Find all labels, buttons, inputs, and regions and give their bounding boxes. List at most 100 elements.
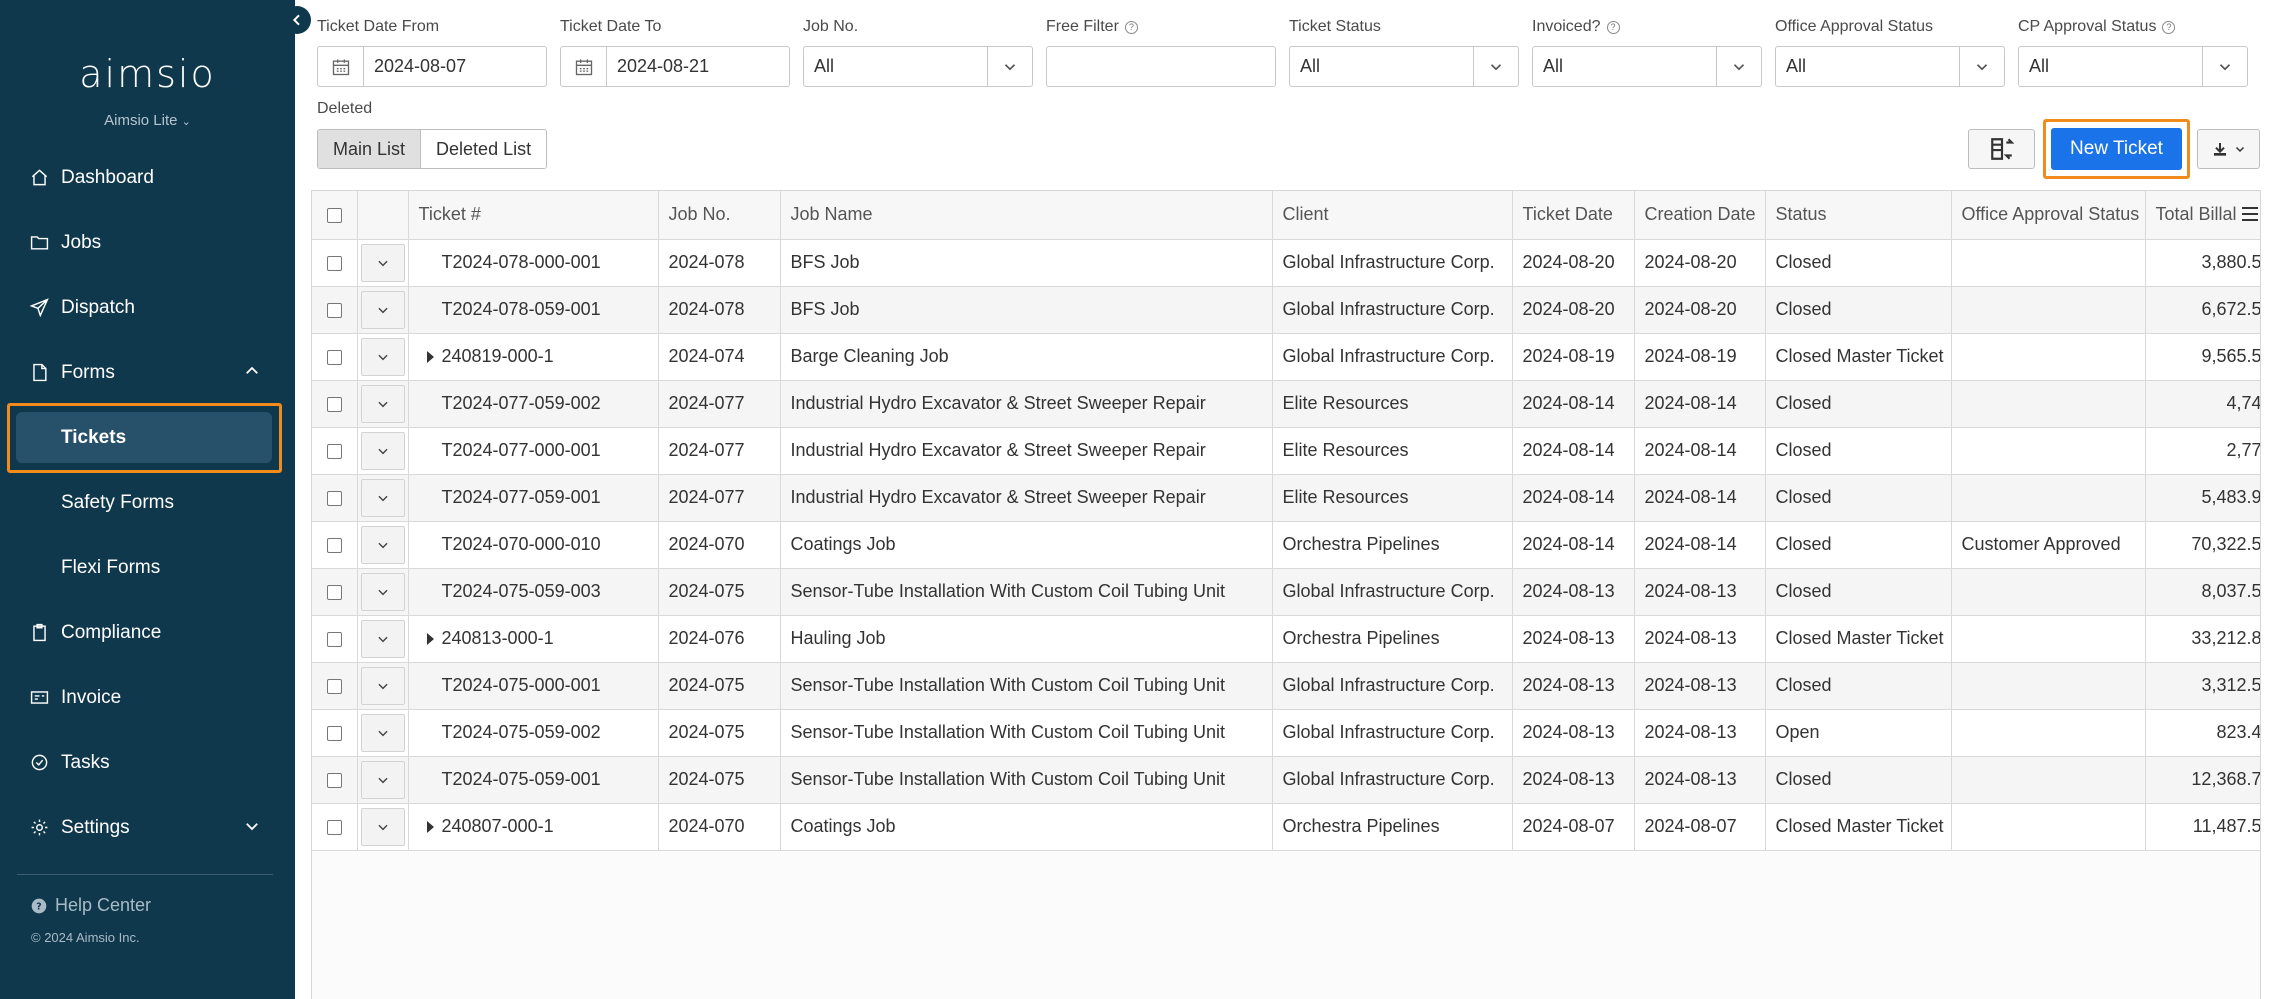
row-action-button[interactable] <box>360 384 405 423</box>
chevron-down-icon[interactable] <box>1716 47 1761 86</box>
header-office-approval[interactable]: Office Approval Status <box>1951 191 2146 240</box>
table-row[interactable]: T2024-077-059-002 2024-077 Industrial Hydr… <box>312 380 2260 428</box>
export-button[interactable] <box>2197 129 2260 169</box>
caret-right-icon[interactable] <box>426 351 434 364</box>
nav-flexi-forms[interactable]: Flexi Forms <box>0 535 295 600</box>
cell-ticket[interactable]: 240813-000-1 <box>408 615 659 663</box>
office-approval-select[interactable]: All <box>1775 46 2005 87</box>
cell-ticket[interactable]: T2024-077-059-002 <box>408 380 659 428</box>
row-action-button[interactable] <box>360 478 405 517</box>
cell-ticket[interactable]: 240819-000-1 <box>408 333 659 381</box>
cell-ticket[interactable]: T2024-077-059-001 <box>408 474 659 522</box>
cell-ticket[interactable]: T2024-078-059-001 <box>408 286 659 334</box>
job-no-select[interactable]: All <box>803 46 1033 87</box>
row-action-button[interactable] <box>360 337 405 376</box>
help-center-link[interactable]: ? Help Center <box>31 895 151 916</box>
row-checkbox[interactable] <box>326 584 342 600</box>
info-icon[interactable]: ? <box>1124 20 1138 34</box>
chevron-down-icon[interactable] <box>1959 47 2004 86</box>
cell-ticket[interactable]: T2024-077-000-001 <box>408 427 659 475</box>
table-row[interactable]: 240807-000-1 2024-070 Coatings Job Orchestr… <box>312 803 2260 851</box>
row-action-button[interactable] <box>360 713 405 752</box>
row-checkbox[interactable] <box>326 537 342 553</box>
table-row[interactable]: T2024-075-059-003 2024-075 Sensor-Tube Ins… <box>312 568 2260 616</box>
new-ticket-button[interactable]: New Ticket <box>2051 128 2182 170</box>
nav-invoice[interactable]: Invoice <box>0 665 295 730</box>
cell-ticket[interactable]: T2024-070-000-010 <box>408 521 659 569</box>
deleted-list-button[interactable]: Deleted List <box>421 130 547 168</box>
chevron-down-icon[interactable] <box>2202 47 2247 86</box>
row-action-button[interactable] <box>360 431 405 470</box>
row-checkbox[interactable] <box>326 443 342 459</box>
row-checkbox[interactable] <box>326 631 342 647</box>
row-action-button[interactable] <box>360 807 405 846</box>
chevron-down-icon[interactable] <box>987 47 1032 86</box>
table-row[interactable]: T2024-077-059-001 2024-077 Industrial Hydr… <box>312 474 2260 522</box>
nav-safety-forms[interactable]: Safety Forms <box>0 470 295 535</box>
main-list-button[interactable]: Main List <box>318 130 422 168</box>
ticket-date-from-input[interactable]: 2024-08-07 <box>317 46 547 87</box>
row-action-button[interactable] <box>360 760 405 799</box>
cell-ticket[interactable]: T2024-078-000-001 <box>408 239 659 287</box>
row-checkbox[interactable] <box>326 490 342 506</box>
row-checkbox[interactable] <box>326 819 342 835</box>
row-checkbox[interactable] <box>326 255 342 271</box>
nav-settings[interactable]: Settings <box>0 795 295 860</box>
nav-tickets[interactable]: Tickets <box>0 403 295 473</box>
table-row[interactable]: T2024-078-000-001 2024-078 BFS Job Global I… <box>312 239 2260 287</box>
cell-ticket[interactable]: T2024-075-059-003 <box>408 568 659 616</box>
cell-ticket[interactable]: T2024-075-059-001 <box>408 756 659 804</box>
header-job-name[interactable]: Job Name <box>780 191 1273 240</box>
info-icon[interactable]: ? <box>1606 20 1620 34</box>
table-row[interactable]: T2024-075-059-002 2024-075 Sensor-Tube Ins… <box>312 709 2260 757</box>
nav-forms[interactable]: Forms <box>0 340 295 405</box>
caret-right-icon[interactable] <box>426 821 434 834</box>
select-all-checkbox[interactable] <box>326 208 342 223</box>
nav-compliance[interactable]: Compliance <box>0 600 295 665</box>
ticket-date-to-input[interactable]: 2024-08-21 <box>560 46 790 87</box>
row-checkbox[interactable] <box>326 725 342 741</box>
header-ticket[interactable]: Ticket # <box>408 191 659 240</box>
column-settings-button[interactable] <box>1968 129 2035 169</box>
table-row[interactable]: 240813-000-1 2024-076 Hauling Job Orchestra… <box>312 615 2260 663</box>
info-icon[interactable]: ? <box>2162 20 2176 34</box>
header-status[interactable]: Status <box>1765 191 1952 240</box>
row-checkbox[interactable] <box>326 772 342 788</box>
calendar-icon[interactable] <box>318 47 364 86</box>
row-checkbox[interactable] <box>326 349 342 365</box>
row-action-button[interactable] <box>360 525 405 564</box>
cell-ticket[interactable]: T2024-075-059-002 <box>408 709 659 757</box>
row-action-button[interactable] <box>360 290 405 329</box>
table-row[interactable]: T2024-070-000-010 2024-070 Coatings Job Orc… <box>312 521 2260 569</box>
chevron-down-icon[interactable] <box>1473 47 1518 86</box>
row-checkbox[interactable] <box>326 678 342 694</box>
ticket-status-select[interactable]: All <box>1289 46 1519 87</box>
cell-ticket[interactable]: 240807-000-1 <box>408 803 659 851</box>
row-action-button[interactable] <box>360 666 405 705</box>
nav-jobs[interactable]: Jobs <box>0 210 295 275</box>
free-filter-input[interactable] <box>1046 46 1276 87</box>
row-action-button[interactable] <box>360 572 405 611</box>
sidebar-collapse-button[interactable] <box>283 6 311 34</box>
nav-dashboard[interactable]: Dashboard <box>0 145 295 210</box>
column-menu-icon[interactable] <box>2241 207 2258 221</box>
header-creation-date[interactable]: Creation Date <box>1634 191 1766 240</box>
header-total-billable[interactable]: Total Billal <box>2145 191 2260 240</box>
invoiced-select[interactable]: All <box>1532 46 1762 87</box>
header-client[interactable]: Client <box>1272 191 1513 240</box>
header-ticket-date[interactable]: Ticket Date <box>1512 191 1635 240</box>
caret-right-icon[interactable] <box>426 633 434 646</box>
table-row[interactable]: T2024-075-000-001 2024-075 Sensor-Tube Ins… <box>312 662 2260 710</box>
header-job-no[interactable]: Job No. <box>658 191 781 240</box>
row-action-button[interactable] <box>360 619 405 658</box>
cp-approval-select[interactable]: All <box>2018 46 2248 87</box>
nav-tasks[interactable]: Tasks <box>0 730 295 795</box>
row-action-button[interactable] <box>360 243 405 282</box>
row-checkbox[interactable] <box>326 302 342 318</box>
table-row[interactable]: 240819-000-1 2024-074 Barge Cleaning Job Gl… <box>312 333 2260 381</box>
table-row[interactable]: T2024-075-059-001 2024-075 Sensor-Tube Ins… <box>312 756 2260 804</box>
nav-dispatch[interactable]: Dispatch <box>0 275 295 340</box>
table-row[interactable]: T2024-077-000-001 2024-077 Industrial Hydr… <box>312 427 2260 475</box>
cell-ticket[interactable]: T2024-075-000-001 <box>408 662 659 710</box>
calendar-icon[interactable] <box>561 47 607 86</box>
